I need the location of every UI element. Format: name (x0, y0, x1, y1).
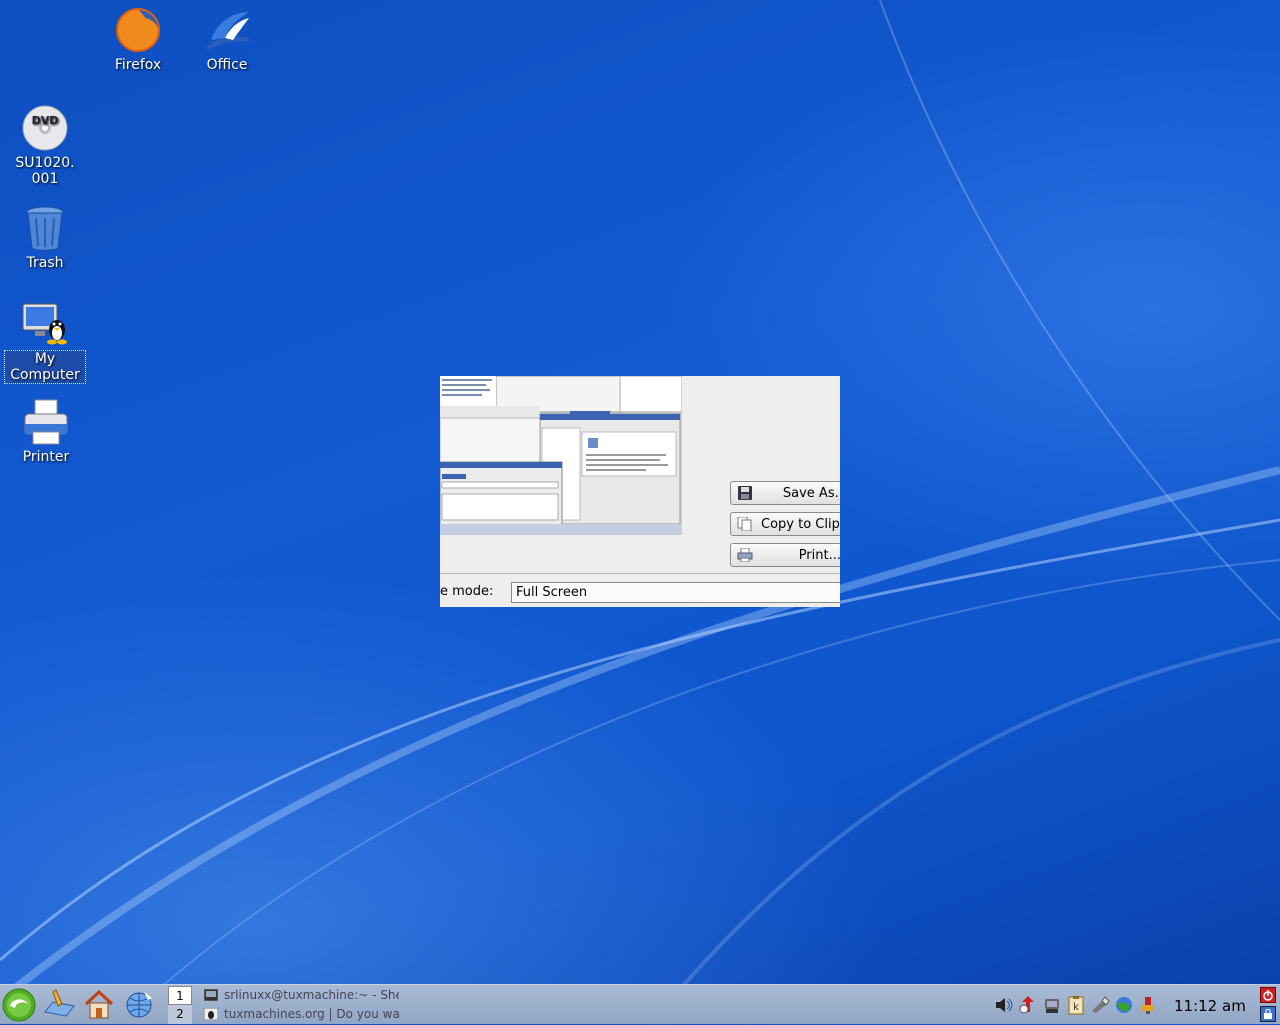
desktop-icon-label: SU1020. 001 (15, 155, 75, 187)
konqueror-icon (126, 992, 152, 1018)
clock[interactable]: 11:12 am (1174, 997, 1246, 1015)
desktop-icon-trash[interactable]: Trash (5, 204, 85, 271)
copy-to-clipboard-button[interactable]: Copy to Clipboard (730, 512, 840, 536)
snapshot-dialog: Save As... Copy to Clipboard Print... e … (440, 376, 840, 607)
capture-mode-label: e mode: (440, 584, 494, 599)
my-computer-icon (21, 300, 69, 348)
lock-icon (1264, 1009, 1272, 1019)
usb-icon[interactable] (1138, 995, 1158, 1015)
connection-icon[interactable] (1090, 995, 1110, 1015)
suse-start-icon (2, 988, 36, 1022)
taskbar: 1 2 srlinuxx@tuxmachine:~ - Shell - tuxm… (0, 984, 1280, 1024)
task-label: tuxmachines.org | Do you wadd (224, 1007, 399, 1021)
desktop-launcher[interactable] (42, 988, 76, 1022)
shutdown-button[interactable] (1260, 987, 1276, 1003)
desktop-icon-label: My Computer (4, 350, 86, 384)
save-as-label: Save As... (782, 485, 840, 501)
dialog-separator (440, 573, 840, 574)
browser-launcher[interactable] (122, 988, 156, 1022)
update-icon[interactable] (1018, 995, 1038, 1015)
desktop-icon-printer[interactable]: Printer (6, 398, 86, 465)
desktop-icon (44, 989, 75, 1017)
desktop-icon-dvd[interactable]: DVD SU1020. 001 (5, 104, 85, 187)
snapshot-preview-image (440, 376, 682, 535)
desktop-icon-label: Office (206, 57, 248, 73)
firefox-icon (114, 6, 162, 54)
svg-text:k: k (1073, 1002, 1079, 1013)
copy-to-clipboard-label: Copy to Clipboard (761, 516, 840, 532)
save-icon (737, 486, 753, 500)
lock-screen-button[interactable] (1260, 1006, 1276, 1022)
capture-mode-select[interactable]: Full Screen (511, 582, 840, 603)
home-icon (84, 989, 114, 1019)
task-label: srlinuxx@tuxmachine:~ - Shell - (224, 988, 399, 1002)
home-launcher[interactable] (82, 988, 116, 1022)
copy-icon (737, 516, 753, 532)
print-button[interactable]: Print... (730, 543, 840, 567)
desktop-icon-office[interactable]: Office (187, 6, 267, 73)
printer-icon (22, 398, 70, 446)
dvd-icon: DVD (21, 104, 69, 152)
trash-icon (21, 204, 69, 252)
print-label: Print... (798, 547, 840, 563)
network-manager-icon[interactable] (1042, 995, 1062, 1015)
pager-desktop-2[interactable]: 2 (168, 1005, 192, 1024)
desktop-icon-label: Printer (22, 449, 70, 465)
terminal-icon (204, 988, 219, 1002)
start-menu-button[interactable] (2, 988, 36, 1022)
pager-desktop-1[interactable]: 1 (168, 986, 192, 1005)
speaker-icon[interactable] (994, 995, 1014, 1015)
taskbar-task-browser[interactable]: tuxmachines.org | Do you wadd (204, 1005, 399, 1023)
taskbar-task-shell[interactable]: srlinuxx@tuxmachine:~ - Shell - (204, 986, 399, 1004)
globe-icon[interactable] (1114, 995, 1134, 1015)
tux-icon (204, 1007, 219, 1021)
klipper-icon[interactable]: k (1066, 995, 1086, 1015)
desktop-icon-my-computer[interactable]: My Computer (4, 300, 86, 384)
svg-text:DVD: DVD (32, 114, 59, 127)
desktop-icon-label: Firefox (114, 57, 162, 73)
print-icon (737, 547, 753, 563)
office-icon (203, 6, 251, 54)
save-as-button[interactable]: Save As... (730, 481, 840, 505)
desktop-icon-label: Trash (26, 255, 64, 271)
desktop-icon-firefox[interactable]: Firefox (98, 6, 178, 73)
power-icon (1263, 990, 1273, 1001)
